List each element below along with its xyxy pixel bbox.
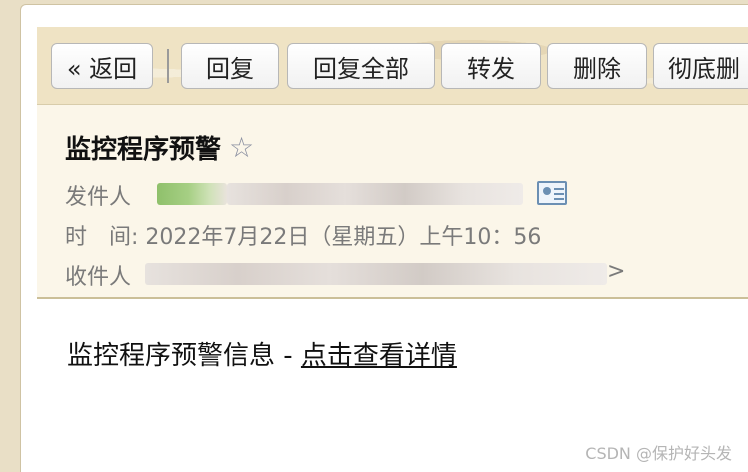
- recipient-label: 收件人: [65, 265, 132, 290]
- reply-button[interactable]: 回复: [181, 43, 279, 89]
- forward-button[interactable]: 转发: [441, 43, 541, 89]
- back-button[interactable]: « 返回: [51, 43, 153, 89]
- purge-button[interactable]: 彻底删: [653, 43, 748, 89]
- time-value: 2022年7月22日（星期五）上午10：56: [145, 225, 542, 250]
- toolbar-separator: [167, 49, 169, 83]
- mail-toolbar: « 返回 回复 回复全部 转发 删除 彻底删: [37, 27, 748, 105]
- add-contact-icon[interactable]: [537, 181, 567, 205]
- subject-text: 监控程序预警: [65, 135, 222, 165]
- body-text: 监控程序预警信息 -: [67, 341, 301, 371]
- delete-button[interactable]: 删除: [547, 43, 647, 89]
- recipient-redacted: [145, 263, 607, 285]
- sender-label: 发件人: [65, 185, 132, 210]
- sender-address-redacted: [227, 183, 523, 205]
- watermark: CSDN @保护好头发: [585, 444, 732, 463]
- details-link[interactable]: 点击查看详情: [301, 341, 457, 371]
- mail-body: 监控程序预警信息 - 点击查看详情: [67, 335, 457, 372]
- time-label: 时 间:: [65, 225, 139, 250]
- mail-window: « 返回 回复 回复全部 转发 删除 彻底删 监控程序预警 ☆ 发件人 时 间:…: [20, 4, 748, 472]
- sender-name-redacted: [157, 183, 227, 205]
- mail-header: 监控程序预警 ☆ 发件人 时 间: 2022年7月22日（星期五）上午10：56…: [37, 105, 748, 299]
- star-icon[interactable]: ☆: [229, 131, 254, 164]
- reply-all-button[interactable]: 回复全部: [287, 43, 435, 89]
- recipient-tail: >: [607, 259, 626, 284]
- mail-subject: 监控程序预警 ☆: [65, 129, 254, 166]
